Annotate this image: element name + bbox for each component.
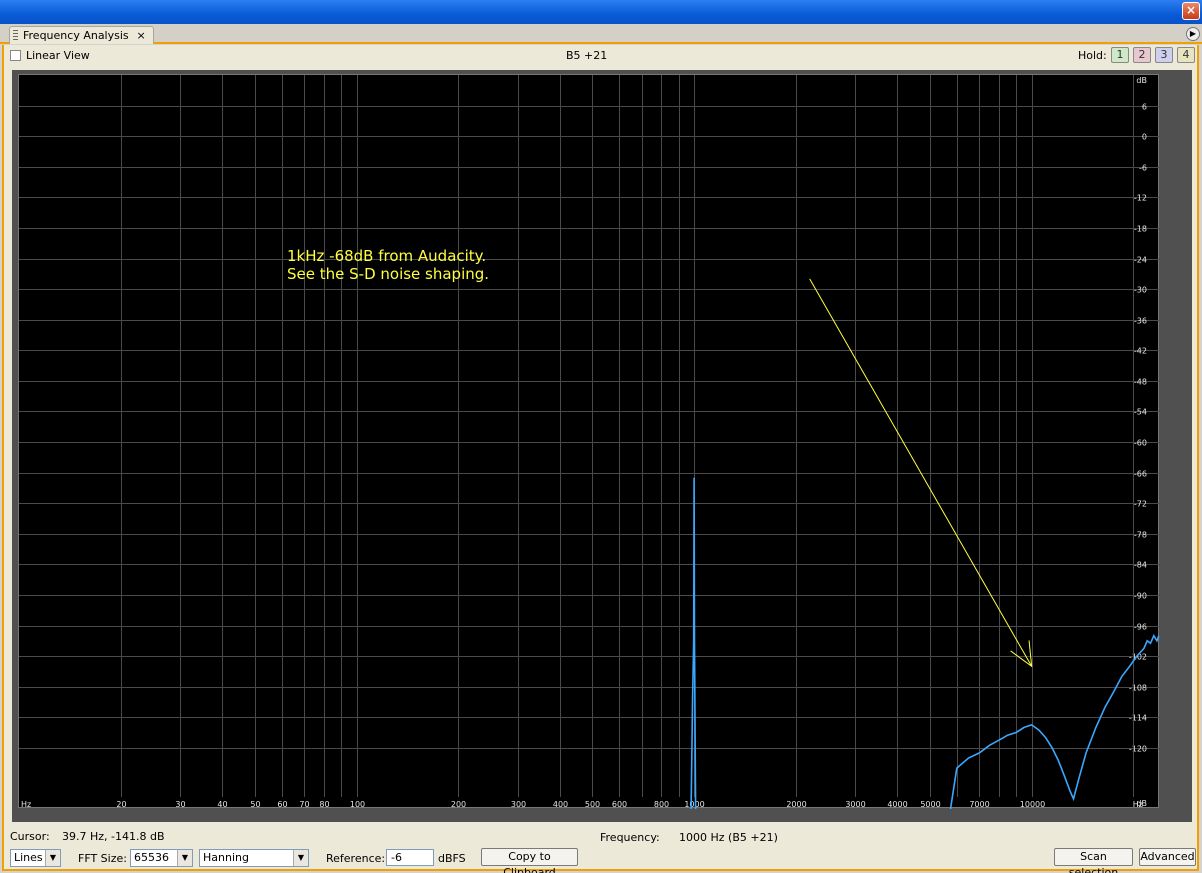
- x-tick-label: 7000: [969, 800, 989, 809]
- fft-size-value: 65536: [134, 851, 169, 864]
- y-tick-label: -6: [1139, 164, 1147, 173]
- y-tick-label: -30: [1134, 286, 1147, 295]
- hold-button-3[interactable]: 3: [1155, 47, 1173, 63]
- grip-icon: [13, 30, 18, 41]
- fft-size-select[interactable]: 65536 ▼: [130, 849, 193, 867]
- y-tick-label: 6: [1142, 103, 1147, 112]
- reference-input[interactable]: [386, 849, 434, 866]
- y-tick-label: -78: [1134, 531, 1147, 540]
- chevron-down-icon: ▼: [293, 850, 308, 866]
- hold-button-2[interactable]: 2: [1133, 47, 1151, 63]
- x-tick-label: 10000: [1020, 800, 1045, 809]
- annotation-line: 1kHz -68dB from Audacity.: [287, 247, 486, 265]
- y-tick-label: -66: [1134, 470, 1147, 479]
- annotation-line: See the S-D noise shaping.: [287, 265, 489, 283]
- tab-close-icon[interactable]: ×: [136, 27, 145, 44]
- y-tick-label: -54: [1134, 408, 1147, 417]
- x-tick-label: 200: [451, 800, 466, 809]
- annotation-arrow: [809, 278, 1033, 667]
- frequency-label: Frequency:: [600, 831, 660, 844]
- y-tick-label: -96: [1134, 623, 1147, 632]
- y-tick-label: -90: [1134, 592, 1147, 601]
- spectrum-chart: 60-6-12-18-24-30-36-42-48-54-60-66-72-78…: [19, 75, 1160, 809]
- advanced-button[interactable]: Advanced: [1139, 848, 1196, 866]
- window-function-value: Hanning: [203, 851, 249, 864]
- window-title-bar: ×: [0, 0, 1202, 24]
- y-tick-label: -12: [1134, 194, 1147, 203]
- frequency-value: 1000 Hz (B5 +21): [679, 831, 778, 844]
- x-tick-label: 600: [612, 800, 627, 809]
- cursor-value: 39.7 Hz, -141.8 dB: [62, 830, 165, 843]
- y-tick-label: -36: [1134, 317, 1147, 326]
- scan-selection-button[interactable]: Scan selection: [1054, 848, 1133, 873]
- x-tick-label: 30: [175, 800, 185, 809]
- fft-size-label: FFT Size:: [78, 852, 127, 865]
- hold-label: Hold:: [1078, 49, 1107, 62]
- x-tick-label: 100: [350, 800, 365, 809]
- note-readout: B5 +21: [566, 49, 608, 62]
- plot-mode-value: Lines: [14, 851, 43, 864]
- y-tick-label: -42: [1134, 347, 1147, 356]
- x-tick-label: 300: [511, 800, 526, 809]
- panel-menu-icon[interactable]: ▶: [1186, 27, 1200, 41]
- plot-mode-select[interactable]: Lines ▼: [10, 849, 61, 867]
- y-tick-label: -108: [1129, 684, 1147, 693]
- x-unit-right: Hz: [1133, 800, 1143, 809]
- chevron-down-icon: ▼: [45, 850, 60, 866]
- chevron-down-icon: ▼: [177, 850, 192, 866]
- y-tick-label: -60: [1134, 439, 1147, 448]
- x-tick-label: 60: [277, 800, 287, 809]
- y-unit-top: dB: [1136, 76, 1147, 85]
- x-tick-label: 3000: [845, 800, 865, 809]
- tab-frequency-analysis[interactable]: Frequency Analysis ×: [9, 26, 154, 44]
- spectrum-series-0: [690, 477, 697, 809]
- x-tick-label: 1000: [684, 800, 704, 809]
- y-tick-label: -24: [1134, 256, 1147, 265]
- hold-button-1[interactable]: 1: [1111, 47, 1129, 63]
- y-tick-label: -72: [1134, 500, 1147, 509]
- reference-label: Reference:: [326, 852, 386, 865]
- x-tick-label: 70: [299, 800, 309, 809]
- x-tick-label: 5000: [920, 800, 940, 809]
- linear-view-checkbox[interactable]: [10, 50, 21, 61]
- x-tick-label: 500: [585, 800, 600, 809]
- x-tick-label: 2000: [786, 800, 806, 809]
- close-window-button[interactable]: ×: [1182, 2, 1200, 20]
- spectrum-series-1: [949, 633, 1160, 809]
- cursor-label: Cursor:: [10, 830, 50, 843]
- y-tick-label: -114: [1129, 714, 1147, 723]
- x-tick-label: 80: [319, 800, 329, 809]
- y-tick-label: -120: [1129, 745, 1147, 754]
- x-tick-label: 40: [217, 800, 227, 809]
- tab-label: Frequency Analysis: [23, 29, 129, 42]
- linear-view-label: Linear View: [26, 49, 90, 62]
- copy-to-clipboard-button[interactable]: Copy to Clipboard: [481, 848, 578, 873]
- y-tick-label: -84: [1134, 561, 1147, 570]
- reference-unit: dBFS: [438, 852, 466, 865]
- annotation-arrowhead: [1010, 640, 1033, 668]
- x-tick-label: 800: [654, 800, 669, 809]
- hold-button-4[interactable]: 4: [1177, 47, 1195, 63]
- y-tick-label: -48: [1134, 378, 1147, 387]
- window-function-select[interactable]: Hanning ▼: [199, 849, 309, 867]
- y-tick-label: 0: [1142, 133, 1147, 142]
- x-unit-left: Hz: [21, 800, 31, 809]
- x-tick-label: 20: [116, 800, 126, 809]
- x-tick-label: 4000: [887, 800, 907, 809]
- x-tick-label: 50: [250, 800, 260, 809]
- y-tick-label: -18: [1134, 225, 1147, 234]
- panel-tab-strip: Frequency Analysis × ▶: [0, 24, 1202, 44]
- x-tick-label: 400: [553, 800, 568, 809]
- spectrum-plot[interactable]: 6 0 -6 -12 -18 -24 -30 -36 -42 -48 -54 -60 -66 -72 -78…: [18, 74, 1160, 809]
